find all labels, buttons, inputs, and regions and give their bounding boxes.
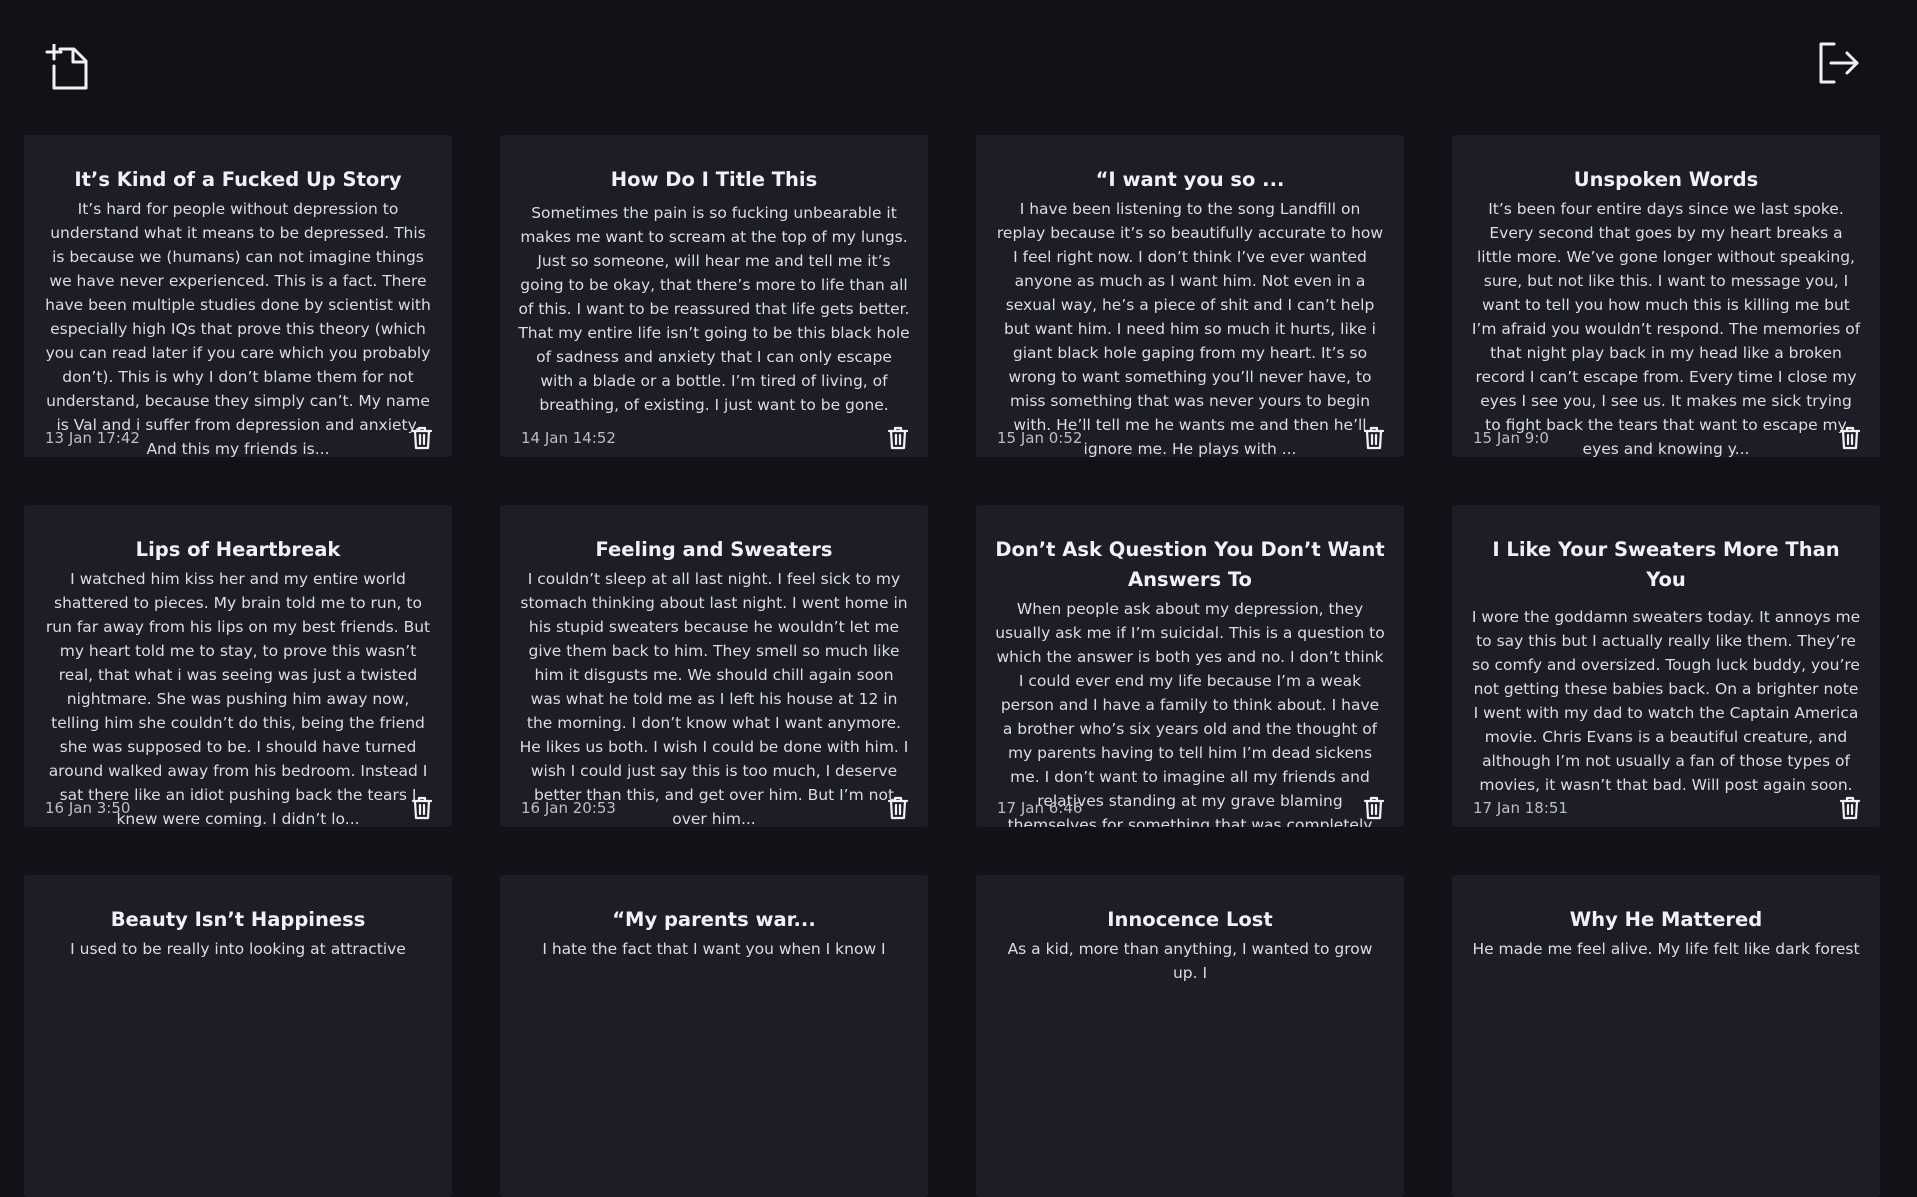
- delete-note-button[interactable]: [887, 426, 909, 450]
- trash-icon: [887, 796, 909, 820]
- delete-note-button[interactable]: [411, 796, 433, 820]
- note-card[interactable]: “My parents war... I hate the fact that …: [500, 875, 928, 1197]
- note-title: Lips of Heartbreak: [135, 538, 341, 561]
- delete-note-button[interactable]: [1363, 426, 1385, 450]
- trash-icon: [1839, 426, 1861, 450]
- note-title: Innocence Lost: [1107, 908, 1273, 931]
- note-date: 13 Jan 17:42: [45, 429, 140, 447]
- note-title: It’s Kind of a Fucked Up Story: [74, 168, 402, 191]
- note-body: I watched him kiss her and my entire wor…: [45, 570, 431, 827]
- delete-note-button[interactable]: [411, 426, 433, 450]
- note-title: Beauty Isn’t Happiness: [110, 908, 366, 931]
- trash-icon: [411, 796, 433, 820]
- note-card[interactable]: It’s Kind of a Fucked Up Story It’s hard…: [24, 135, 452, 457]
- trash-icon: [1839, 796, 1861, 820]
- trash-icon: [1363, 426, 1385, 450]
- note-card[interactable]: Beauty Isn’t Happiness I used to be real…: [24, 875, 452, 1197]
- note-title: “My parents war...: [612, 908, 816, 931]
- note-title: Unspoken Words: [1573, 168, 1759, 191]
- note-title: Don’t Ask Question You Don’t Want Answer…: [995, 538, 1385, 591]
- trash-icon: [887, 426, 909, 450]
- note-card[interactable]: How Do I Title This Sometimes the pain i…: [500, 135, 928, 457]
- note-body: I have been listening to the song Landfi…: [996, 200, 1384, 457]
- delete-note-button[interactable]: [887, 796, 909, 820]
- note-body: I used to be really into looking at attr…: [70, 940, 406, 958]
- note-body: It’s been four entire days since we last…: [1471, 200, 1861, 457]
- note-date: 15 Jan 9:0: [1473, 429, 1549, 447]
- note-card[interactable]: Why He Mattered He made me feel alive. M…: [1452, 875, 1880, 1197]
- new-document-icon: [45, 44, 88, 90]
- note-body: It’s hard for people without depression …: [45, 200, 431, 457]
- note-date: 17 Jan 18:51: [1473, 799, 1568, 817]
- trash-icon: [1363, 796, 1385, 820]
- note-body: As a kid, more than anything, I wanted t…: [1007, 940, 1373, 982]
- delete-note-button[interactable]: [1363, 796, 1385, 820]
- note-title: I Like Your Sweaters More Than You: [1492, 538, 1840, 591]
- logout-icon: [1819, 42, 1859, 84]
- note-card[interactable]: Innocence Lost As a kid, more than anyth…: [976, 875, 1404, 1197]
- note-title: Feeling and Sweaters: [595, 538, 833, 561]
- note-card[interactable]: Lips of Heartbreak I watched him kiss he…: [24, 505, 452, 827]
- note-title: Why He Mattered: [1569, 908, 1763, 931]
- note-body: I couldn’t sleep at all last night. I fe…: [519, 570, 909, 827]
- trash-icon: [411, 426, 433, 450]
- note-card[interactable]: I Like Your Sweaters More Than You I wor…: [1452, 505, 1880, 827]
- note-date: 16 Jan 20:53: [521, 799, 616, 817]
- top-bar: [0, 0, 1917, 120]
- note-title: How Do I Title This: [610, 168, 818, 191]
- note-card[interactable]: Unspoken Words It’s been four entire day…: [1452, 135, 1880, 457]
- note-card[interactable]: Feeling and Sweaters I couldn’t sleep at…: [500, 505, 928, 827]
- note-date: 17 Jan 6:46: [997, 799, 1083, 817]
- note-card[interactable]: “I want you so ... I have been listening…: [976, 135, 1404, 457]
- note-body: When people ask about my depression, the…: [995, 600, 1385, 827]
- logout-button[interactable]: [1813, 38, 1863, 88]
- delete-note-button[interactable]: [1839, 426, 1861, 450]
- delete-note-button[interactable]: [1839, 796, 1861, 820]
- note-date: 14 Jan 14:52: [521, 429, 616, 447]
- note-title: “I want you so ...: [1095, 168, 1285, 191]
- note-body: I wore the goddamn sweaters today. It an…: [1471, 608, 1861, 794]
- note-card[interactable]: Don’t Ask Question You Don’t Want Answer…: [976, 505, 1404, 827]
- new-note-button[interactable]: [42, 42, 92, 92]
- notes-grid: It’s Kind of a Fucked Up Story It’s hard…: [24, 135, 1880, 1197]
- note-body: Sometimes the pain is so fucking unbeara…: [518, 204, 910, 414]
- note-body: He made me feel alive. My life felt like…: [1472, 940, 1860, 958]
- note-date: 16 Jan 3:50: [45, 799, 131, 817]
- note-date: 15 Jan 0:52: [997, 429, 1083, 447]
- note-body: I hate the fact that I want you when I k…: [542, 940, 886, 958]
